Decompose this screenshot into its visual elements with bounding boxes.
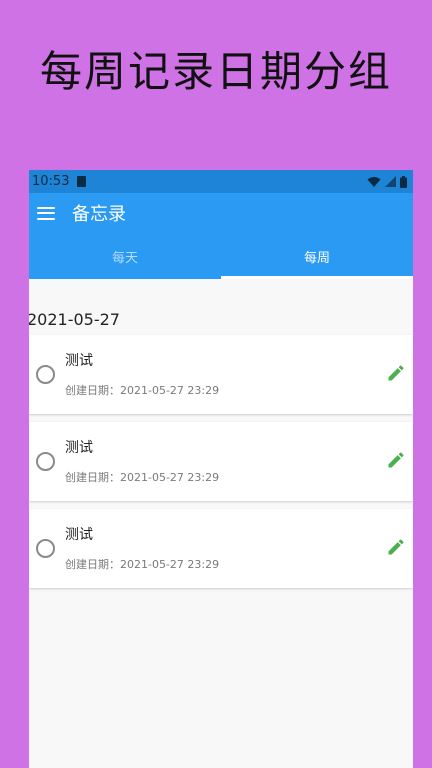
battery-icon — [400, 175, 407, 188]
item-created-date: 创建日期：2021-05-27 23:29 — [65, 471, 220, 484]
item-title: 测试 — [65, 527, 93, 543]
date-group-header: 2021-05-27 — [29, 310, 120, 329]
wifi-icon — [367, 176, 381, 187]
app-bar: 备忘录 — [29, 193, 413, 233]
list-item[interactable]: 测试 创建日期：2021-05-27 23:29 — [29, 335, 413, 414]
tab-bar: 每天 每周 — [29, 233, 413, 279]
item-title: 测试 — [65, 353, 93, 369]
complete-radio[interactable] — [36, 452, 55, 471]
list-item[interactable]: 测试 创建日期：2021-05-27 23:29 — [29, 422, 413, 501]
promo-title: 每周记录日期分组 — [39, 47, 392, 96]
pencil-icon[interactable] — [386, 537, 406, 557]
pencil-icon[interactable] — [386, 363, 406, 383]
tab-indicator — [221, 276, 413, 279]
sd-card-icon — [77, 176, 87, 187]
tab-daily[interactable]: 每天 — [29, 233, 221, 279]
item-title: 测试 — [65, 440, 93, 456]
phone-screen: 10:53 备忘录 每天 每周 2021-05-27 测试 创建日期：2021-… — [29, 170, 413, 768]
status-time: 10:53 — [32, 174, 70, 189]
list-item[interactable]: 测试 创建日期：2021-05-27 23:29 — [29, 509, 413, 588]
item-created-date: 创建日期：2021-05-27 23:29 — [65, 558, 220, 571]
menu-icon[interactable] — [37, 206, 55, 220]
status-icons — [367, 175, 407, 188]
complete-radio[interactable] — [36, 365, 55, 384]
tab-weekly[interactable]: 每周 — [221, 233, 413, 279]
pencil-icon[interactable] — [386, 450, 406, 470]
signal-icon — [385, 176, 396, 187]
item-created-date: 创建日期：2021-05-27 23:29 — [65, 384, 220, 397]
app-title: 备忘录 — [72, 204, 126, 225]
status-bar: 10:53 — [29, 170, 413, 193]
complete-radio[interactable] — [36, 539, 55, 558]
